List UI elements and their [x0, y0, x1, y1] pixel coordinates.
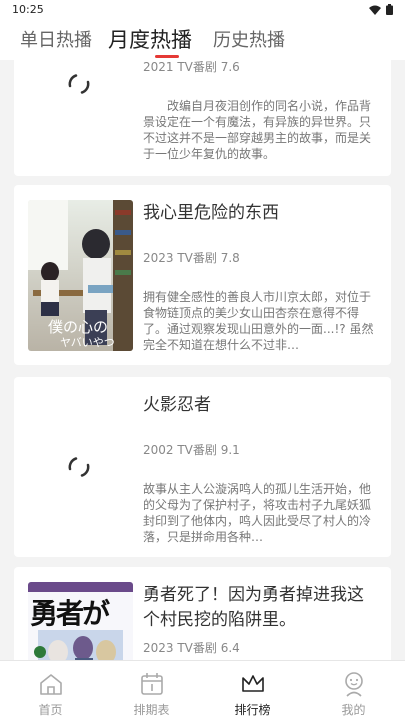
status-bar: 10:25 [0, 0, 405, 20]
tab-history-hot[interactable]: 历史热播 [213, 26, 285, 52]
item-meta: 2023 TV番剧 7.8 [143, 251, 240, 265]
item-description: 改编自月夜泪创作的同名小说，作品背景设定在一个有魔法，有异族的异世界。只不过这并… [143, 99, 372, 161]
status-time: 10:25 [12, 3, 44, 16]
poster-logo-text: 勇者が [30, 597, 110, 630]
home-icon [40, 674, 62, 695]
profile-icon [345, 672, 363, 697]
item-title: 勇者死了！因为勇者掉进我这个村民挖的陷阱里。 [143, 585, 364, 630]
nav-home[interactable]: 首页 [0, 661, 101, 722]
nav-schedule[interactable]: 排期表 [101, 661, 202, 722]
wifi-icon [369, 5, 381, 15]
nav-ranking-label: 排行榜 [234, 703, 271, 717]
nav-schedule-label: 排期表 [133, 703, 170, 717]
loading-spinner-icon [68, 457, 90, 477]
item-meta: 2002 TV番剧 9.1 [143, 443, 240, 457]
list-item[interactable]: 2021 TV番剧 7.6 改编自月夜泪创作的同名小说，作品背景设定在一个有魔法… [14, 60, 391, 176]
bottom-nav: 首页 排期表 排行榜 我的 [0, 660, 405, 722]
item-title: 火影忍者 [143, 395, 211, 415]
list-item[interactable]: 僕の心の ヤバいやつ 我心里危险的东西 2023 TV番剧 7.8 拥有健全感性… [14, 185, 391, 365]
poster-image: 勇者が [28, 582, 133, 660]
poster-image: 僕の心の ヤバいやつ [28, 200, 133, 351]
svg-text:ヤバいやつ: ヤバいやつ [60, 336, 115, 349]
top-tabs: 单日热播 月度热播 历史热播 [0, 20, 405, 60]
item-description: 拥有健全感性的善良人市川京太郎，对位于食物链顶点的美少女山田杏奈在意得不得了。通… [143, 290, 374, 352]
item-description: 故事从主人公漩涡鸣人的孤儿生活开始，他的父母为了保护村子，将攻击村子九尾妖狐封印… [143, 482, 372, 544]
ranking-list[interactable]: 2021 TV番剧 7.6 改编自月夜泪创作的同名小说，作品背景设定在一个有魔法… [0, 60, 405, 660]
crown-icon [242, 675, 264, 692]
calendar-icon [141, 673, 163, 695]
tab-monthly-hot[interactable]: 月度热播 [108, 24, 192, 54]
status-icons [369, 4, 393, 15]
battery-icon [386, 4, 393, 15]
item-meta: 2023 TV番剧 6.4 [143, 641, 240, 655]
nav-profile-label: 我的 [341, 703, 366, 717]
list-item[interactable]: 勇者が 勇者死了！因为勇者掉进我这个村民挖的陷阱里。 2023 TV番剧 6.4 [14, 567, 391, 660]
loading-spinner-icon [68, 74, 90, 94]
nav-home-label: 首页 [38, 703, 63, 717]
list-item[interactable]: 火影忍者 2002 TV番剧 9.1 故事从主人公漩涡鸣人的孤儿生活开始，他的父… [14, 377, 391, 557]
item-meta: 2021 TV番剧 7.6 [143, 60, 240, 74]
svg-text:僕の心の: 僕の心の [48, 318, 108, 336]
active-tab-indicator [155, 55, 179, 58]
nav-ranking[interactable]: 排行榜 [202, 661, 303, 722]
item-title: 我心里危险的东西 [143, 203, 279, 223]
nav-profile[interactable]: 我的 [303, 661, 404, 722]
tab-daily-hot[interactable]: 单日热播 [20, 26, 92, 52]
